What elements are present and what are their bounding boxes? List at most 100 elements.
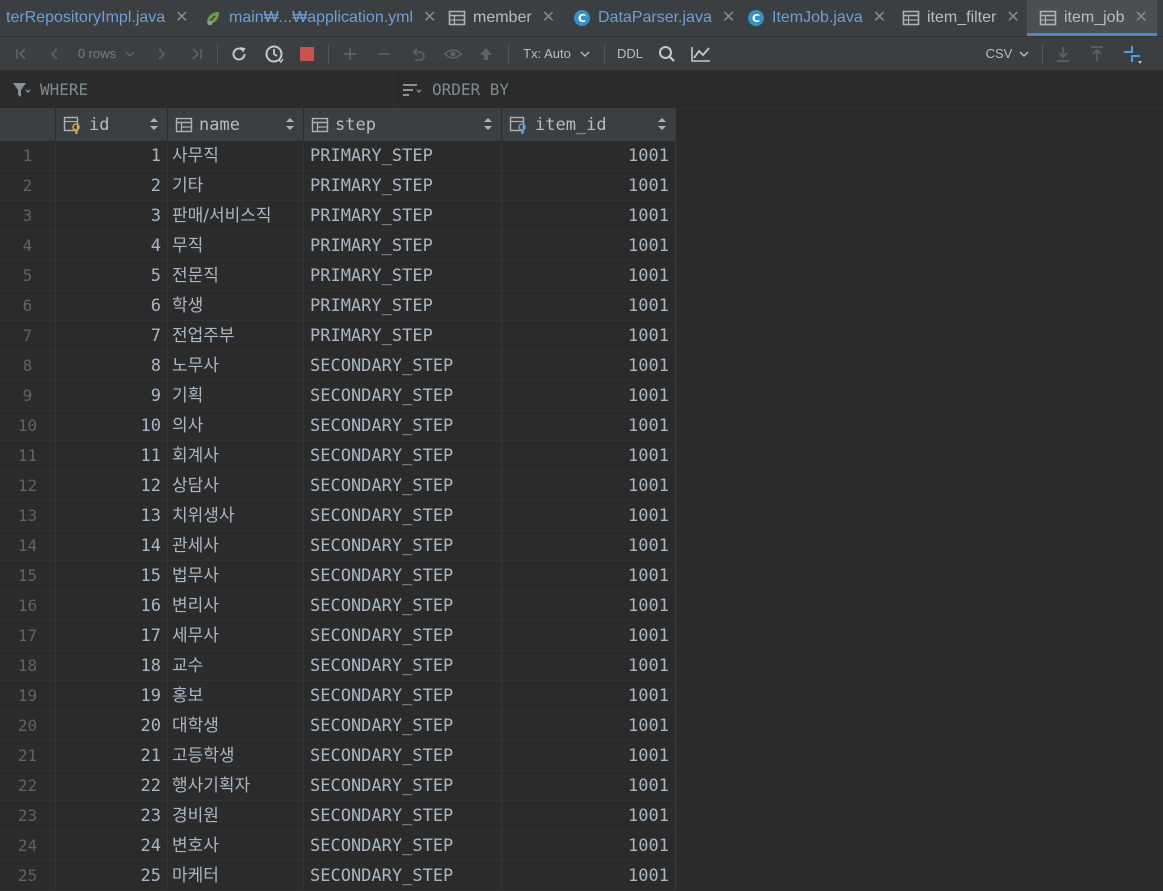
step-cell[interactable]: SECONDARY_STEP [304,651,502,681]
step-cell[interactable]: PRIMARY_STEP [304,231,502,261]
column-header-id[interactable]: id [56,108,168,141]
item-id-cell[interactable]: 1001 [502,411,676,441]
item-id-cell[interactable]: 1001 [502,561,676,591]
step-cell[interactable]: SECONDARY_STEP [304,381,502,411]
name-cell[interactable]: 회계사 [168,441,304,471]
name-cell[interactable]: 마케터 [168,861,304,891]
reload-button[interactable] [227,37,251,70]
item-id-cell[interactable]: 1001 [502,141,676,171]
table-row[interactable]: 22 22 행사기획자 SECONDARY_STEP 1001 [0,771,676,801]
name-cell[interactable]: 판매/서비스직 [168,201,304,231]
item-id-cell[interactable]: 1001 [502,801,676,831]
tab-item-filter[interactable]: item_filter ✕ [902,0,1020,36]
tab-repository-impl[interactable]: terRepositoryImpl.java ✕ [6,0,189,36]
id-cell[interactable]: 24 [56,831,168,861]
table-row[interactable]: 6 6 학생 PRIMARY_STEP 1001 [0,291,676,321]
id-cell[interactable]: 23 [56,801,168,831]
chart-view-button[interactable] [687,37,715,70]
next-page-button[interactable] [150,37,172,70]
first-page-button[interactable] [10,37,34,70]
table-row[interactable]: 5 5 전문직 PRIMARY_STEP 1001 [0,261,676,291]
name-cell[interactable]: 무직 [168,231,304,261]
table-row[interactable]: 3 3 판매/서비스직 PRIMARY_STEP 1001 [0,201,676,231]
id-cell[interactable]: 18 [56,651,168,681]
name-cell[interactable]: 전업주부 [168,321,304,351]
add-row-button[interactable] [338,37,362,70]
step-cell[interactable]: SECONDARY_STEP [304,501,502,531]
preview-pending-changes-button[interactable] [440,37,466,70]
item-id-cell[interactable]: 1001 [502,741,676,771]
name-cell[interactable]: 치위생사 [168,501,304,531]
rows-count-dropdown[interactable]: 0 rows [72,37,142,70]
close-icon[interactable]: ✕ [1006,10,1019,26]
id-cell[interactable]: 13 [56,501,168,531]
table-row[interactable]: 1 1 사무직 PRIMARY_STEP 1001 [0,141,676,171]
id-cell[interactable]: 3 [56,201,168,231]
item-id-cell[interactable]: 1001 [502,381,676,411]
id-cell[interactable]: 2 [56,171,168,201]
id-cell[interactable]: 25 [56,861,168,891]
table-row[interactable]: 23 23 경비원 SECONDARY_STEP 1001 [0,801,676,831]
ddl-button[interactable]: DDL [612,37,648,70]
table-row[interactable]: 2 2 기타 PRIMARY_STEP 1001 [0,171,676,201]
name-cell[interactable]: 변리사 [168,591,304,621]
layout-settings-button[interactable] [1118,37,1146,70]
column-header-step[interactable]: step [304,108,502,141]
id-cell[interactable]: 12 [56,471,168,501]
close-icon[interactable]: ✕ [423,10,436,26]
item-id-cell[interactable]: 1001 [502,171,676,201]
name-cell[interactable]: 대학생 [168,711,304,741]
item-id-cell[interactable]: 1001 [502,531,676,561]
tab-application-yml[interactable]: main₩...₩application.yml ✕ [204,0,436,36]
table-row[interactable]: 25 25 마케터 SECONDARY_STEP 1001 [0,861,676,891]
column-header-name[interactable]: name [168,108,304,141]
order-by-field[interactable]: ORDER BY [402,71,1142,108]
name-cell[interactable]: 변호사 [168,831,304,861]
revert-button[interactable] [406,37,430,70]
id-cell[interactable]: 19 [56,681,168,711]
export-data-button[interactable] [1050,37,1076,70]
previous-page-button[interactable] [44,37,66,70]
item-id-cell[interactable]: 1001 [502,231,676,261]
name-cell[interactable]: 학생 [168,291,304,321]
step-cell[interactable]: SECONDARY_STEP [304,411,502,441]
id-cell[interactable]: 16 [56,591,168,621]
table-row[interactable]: 13 13 치위생사 SECONDARY_STEP 1001 [0,501,676,531]
close-icon[interactable]: ✕ [873,10,886,26]
name-cell[interactable]: 사무직 [168,141,304,171]
item-id-cell[interactable]: 1001 [502,681,676,711]
item-id-cell[interactable]: 1001 [502,831,676,861]
step-cell[interactable]: PRIMARY_STEP [304,291,502,321]
item-id-cell[interactable]: 1001 [502,441,676,471]
import-data-button[interactable] [1084,37,1110,70]
item-id-cell[interactable]: 1001 [502,261,676,291]
close-icon[interactable]: ✕ [1134,10,1147,26]
id-cell[interactable]: 17 [56,621,168,651]
table-row[interactable]: 18 18 교수 SECONDARY_STEP 1001 [0,651,676,681]
step-cell[interactable]: PRIMARY_STEP [304,321,502,351]
table-row[interactable]: 21 21 고등학생 SECONDARY_STEP 1001 [0,741,676,771]
table-row[interactable]: 7 7 전업주부 PRIMARY_STEP 1001 [0,321,676,351]
step-cell[interactable]: SECONDARY_STEP [304,471,502,501]
item-id-cell[interactable]: 1001 [502,321,676,351]
table-row[interactable]: 24 24 변호사 SECONDARY_STEP 1001 [0,831,676,861]
where-filter-field[interactable]: WHERE [12,71,382,108]
table-row[interactable]: 20 20 대학생 SECONDARY_STEP 1001 [0,711,676,741]
name-cell[interactable]: 기타 [168,171,304,201]
name-cell[interactable]: 세무사 [168,621,304,651]
id-cell[interactable]: 8 [56,351,168,381]
id-cell[interactable]: 21 [56,741,168,771]
tab-member[interactable]: member ✕ [448,0,555,36]
id-cell[interactable]: 4 [56,231,168,261]
step-cell[interactable]: SECONDARY_STEP [304,771,502,801]
id-cell[interactable]: 11 [56,441,168,471]
table-row[interactable]: 19 19 홍보 SECONDARY_STEP 1001 [0,681,676,711]
step-cell[interactable]: SECONDARY_STEP [304,441,502,471]
step-cell[interactable]: SECONDARY_STEP [304,711,502,741]
table-row[interactable]: 9 9 기획 SECONDARY_STEP 1001 [0,381,676,411]
id-cell[interactable]: 5 [56,261,168,291]
id-cell[interactable]: 1 [56,141,168,171]
step-cell[interactable]: SECONDARY_STEP [304,531,502,561]
query-history-button[interactable] [260,37,288,70]
step-cell[interactable]: SECONDARY_STEP [304,831,502,861]
